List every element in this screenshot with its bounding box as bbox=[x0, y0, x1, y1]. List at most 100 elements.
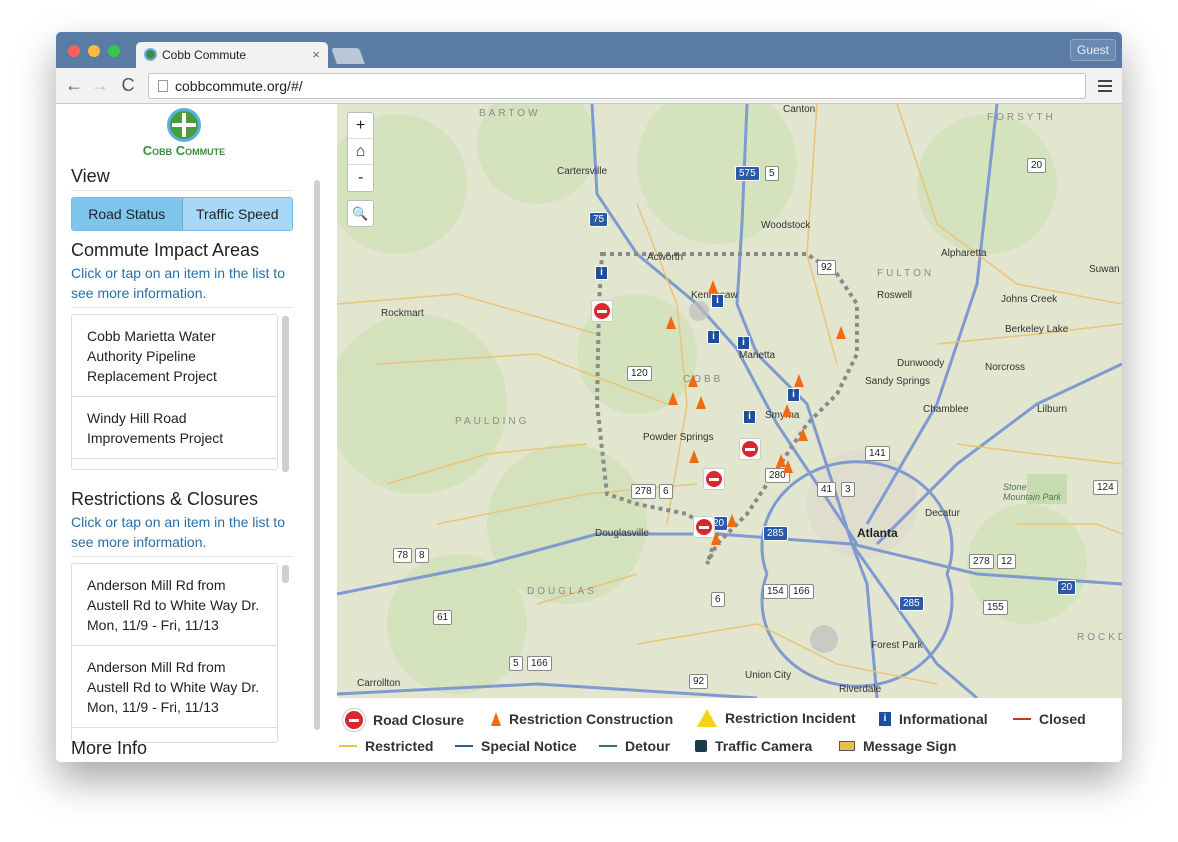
restriction-dates: Mon, 11/9 - Fri, 11/13 bbox=[87, 699, 219, 715]
place-label: Marietta bbox=[739, 350, 776, 361]
list-item[interactable]: Anderson Mill Rd from Austell Rd to Whit… bbox=[72, 564, 277, 646]
place-label: Canton bbox=[783, 104, 816, 115]
route-shield: 6 bbox=[711, 592, 725, 607]
restrictions-subtitle: Click or tap on an item in the list to s… bbox=[71, 514, 285, 550]
road-closure-marker[interactable] bbox=[703, 468, 725, 490]
place-label: Roswell bbox=[877, 290, 913, 301]
route-shield: 155 bbox=[983, 600, 1008, 615]
traffic-speed-button[interactable]: Traffic Speed bbox=[182, 198, 292, 230]
route-shield: 278 bbox=[631, 484, 656, 499]
place-label: Riverdale bbox=[839, 684, 882, 695]
list-item[interactable]: Cobb Marietta Water Authority Pipeline R… bbox=[72, 315, 277, 397]
place-label: Powder Springs bbox=[643, 432, 714, 443]
legend-label: Special Notice bbox=[481, 738, 577, 754]
info-marker[interactable]: i bbox=[743, 410, 756, 424]
construction-marker[interactable] bbox=[836, 326, 846, 339]
route-shield: 141 bbox=[865, 446, 890, 461]
info-icon: i bbox=[879, 712, 891, 726]
route-shield: 12 bbox=[997, 554, 1017, 569]
route-shield: 61 bbox=[433, 610, 453, 625]
zoom-in-button[interactable]: + bbox=[348, 113, 373, 139]
place-label: Alpharetta bbox=[941, 248, 987, 259]
info-marker[interactable]: i bbox=[595, 266, 608, 280]
city-label: Atlanta bbox=[857, 526, 898, 540]
construction-marker[interactable] bbox=[783, 460, 793, 473]
place-label: Decatur bbox=[925, 508, 961, 519]
route-shield: 6 bbox=[659, 484, 673, 499]
construction-marker[interactable] bbox=[708, 280, 718, 293]
interstate-shield: 20 bbox=[1057, 580, 1077, 595]
legend-label: Road Closure bbox=[373, 712, 465, 728]
close-window-button[interactable] bbox=[68, 45, 80, 57]
guest-profile-button[interactable]: Guest bbox=[1070, 39, 1116, 61]
construction-marker[interactable] bbox=[688, 374, 698, 387]
impact-areas-list: Cobb Marietta Water Authority Pipeline R… bbox=[71, 314, 278, 470]
maximize-window-button[interactable] bbox=[108, 45, 120, 57]
detour-line-icon bbox=[599, 745, 617, 747]
construction-marker[interactable] bbox=[689, 450, 699, 463]
restrictions-list-scrollbar[interactable] bbox=[282, 565, 289, 583]
construction-marker[interactable] bbox=[794, 374, 804, 387]
impact-list-scrollbar[interactable] bbox=[282, 316, 289, 472]
more-info-title[interactable]: More Info bbox=[71, 738, 147, 759]
restrictions-title: Restrictions & Closures bbox=[71, 489, 259, 509]
legend-item-informational: i Informational bbox=[879, 711, 988, 727]
page-icon bbox=[158, 80, 168, 92]
sidebar: Cobb Commute View Road Status Traffic Sp… bbox=[56, 104, 322, 762]
road-closure-marker[interactable] bbox=[739, 438, 761, 460]
title-bar: Cobb Commute × Guest bbox=[56, 32, 1122, 68]
minimize-window-button[interactable] bbox=[88, 45, 100, 57]
construction-marker[interactable] bbox=[727, 514, 737, 527]
route-shield: 278 bbox=[969, 554, 994, 569]
hamburger-menu-icon[interactable] bbox=[1098, 80, 1112, 92]
back-arrow-icon[interactable]: ← bbox=[64, 75, 84, 96]
construction-marker[interactable] bbox=[782, 404, 792, 417]
browser-tab[interactable]: Cobb Commute × bbox=[136, 42, 328, 68]
forward-arrow-icon[interactable]: → bbox=[90, 75, 110, 96]
legend-label: Closed bbox=[1039, 711, 1086, 727]
map-search-icon[interactable]: 🔍 bbox=[347, 200, 374, 227]
road-status-button[interactable]: Road Status bbox=[72, 198, 183, 230]
restrictions-list: Anderson Mill Rd from Austell Rd to Whit… bbox=[71, 563, 278, 743]
construction-marker[interactable] bbox=[666, 316, 676, 329]
road-closure-marker[interactable] bbox=[591, 300, 613, 322]
list-item[interactable]: Anderson Mill Rd from Austell Rd to Whit… bbox=[72, 646, 277, 728]
list-item[interactable]: Windy Hill Road Improvements Project bbox=[72, 397, 277, 459]
tab-close-icon[interactable]: × bbox=[312, 47, 320, 62]
new-tab-button[interactable] bbox=[331, 48, 365, 64]
legend-item-restricted: Restricted bbox=[339, 738, 433, 754]
info-marker[interactable]: i bbox=[707, 330, 720, 344]
closed-line-icon bbox=[1013, 718, 1031, 720]
impact-areas-subtitle: Click or tap on an item in the list to s… bbox=[71, 265, 285, 301]
restriction-road: Anderson Mill Rd from Austell Rd to Whit… bbox=[87, 659, 260, 695]
info-marker[interactable]: i bbox=[787, 388, 800, 402]
place-label: Cartersville bbox=[557, 166, 608, 177]
route-shield: 92 bbox=[689, 674, 709, 689]
address-bar[interactable]: cobbcommute.org/#/ bbox=[148, 73, 1086, 99]
cobb-commute-logo[interactable]: Cobb Commute bbox=[131, 108, 237, 160]
info-marker[interactable]: i bbox=[711, 294, 724, 308]
sidebar-scrollbar[interactable] bbox=[314, 180, 320, 730]
info-marker[interactable]: i bbox=[737, 336, 750, 350]
legend-label: Message Sign bbox=[863, 738, 957, 754]
reload-icon[interactable]: C bbox=[118, 75, 138, 96]
region-label: BARTOW bbox=[479, 108, 541, 119]
construction-marker[interactable] bbox=[668, 392, 678, 405]
place-label: Suwan bbox=[1089, 264, 1120, 275]
route-shield: 5 bbox=[765, 166, 779, 181]
legend-label: Restriction Incident bbox=[725, 710, 856, 726]
construction-marker[interactable] bbox=[798, 428, 808, 441]
camera-icon bbox=[695, 740, 707, 752]
zoom-control: + ⌂ - bbox=[347, 112, 374, 192]
place-label: Dunwoody bbox=[897, 358, 945, 369]
construction-marker[interactable] bbox=[711, 532, 721, 545]
region-label: FULTON bbox=[877, 268, 935, 279]
logo-icon bbox=[167, 108, 201, 142]
construction-marker[interactable] bbox=[696, 396, 706, 409]
zoom-out-button[interactable]: - bbox=[348, 165, 373, 191]
home-icon[interactable]: ⌂ bbox=[348, 139, 373, 165]
route-shield: 120 bbox=[627, 366, 652, 381]
browser-toolbar: ← → C cobbcommute.org/#/ bbox=[56, 68, 1122, 104]
map-view[interactable]: BARTOW FORSYTH FULTON PAULDING DOUGLAS C… bbox=[337, 104, 1122, 698]
place-label: Woodstock bbox=[761, 220, 811, 231]
